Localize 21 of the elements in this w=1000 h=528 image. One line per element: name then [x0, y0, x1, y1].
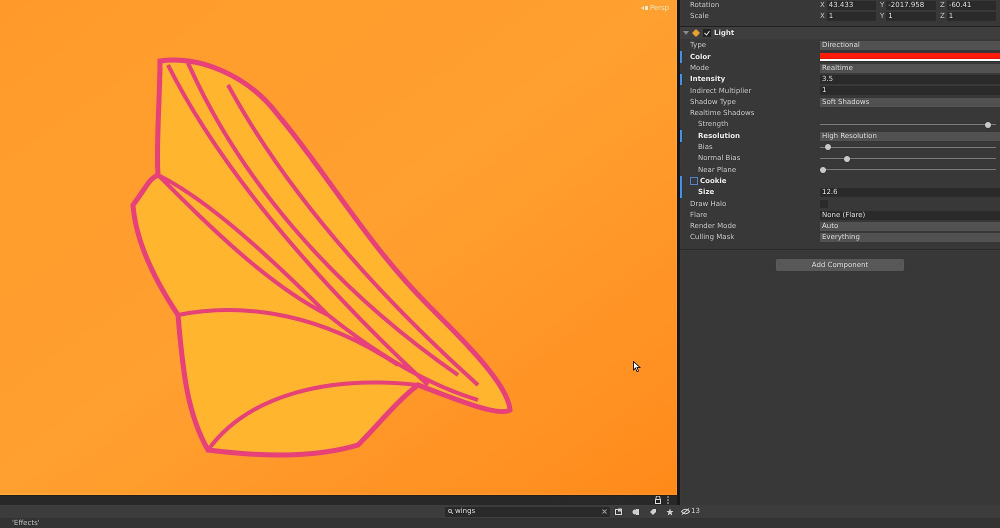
- mouse-cursor-icon: [633, 361, 641, 372]
- hidden-eye-icon[interactable]: [681, 508, 690, 515]
- checkmark-icon: [704, 30, 710, 36]
- enable-checkbox[interactable]: [703, 29, 711, 37]
- cookie-toggle-box[interactable]: [690, 177, 698, 186]
- camera-icon: [640, 5, 648, 12]
- foldout-arrow-icon[interactable]: [683, 30, 689, 36]
- light-bulb-icon: [692, 29, 700, 37]
- lock-icon[interactable]: [655, 496, 662, 504]
- slider-thumb[interactable]: [825, 144, 832, 150]
- clear-search-icon[interactable]: [602, 509, 607, 514]
- slider-thumb[interactable]: [844, 156, 850, 162]
- color-swatch[interactable]: [820, 52, 1000, 61]
- slider-thumb[interactable]: [820, 166, 826, 173]
- label-tag-icon[interactable]: [649, 508, 657, 516]
- more-options-icon[interactable]: [667, 496, 670, 504]
- filter-icon[interactable]: [615, 508, 623, 516]
- slider-thumb[interactable]: [984, 122, 991, 128]
- type-filter-icon[interactable]: [632, 508, 640, 516]
- search-icon: [448, 509, 453, 514]
- star-icon[interactable]: [666, 508, 674, 516]
